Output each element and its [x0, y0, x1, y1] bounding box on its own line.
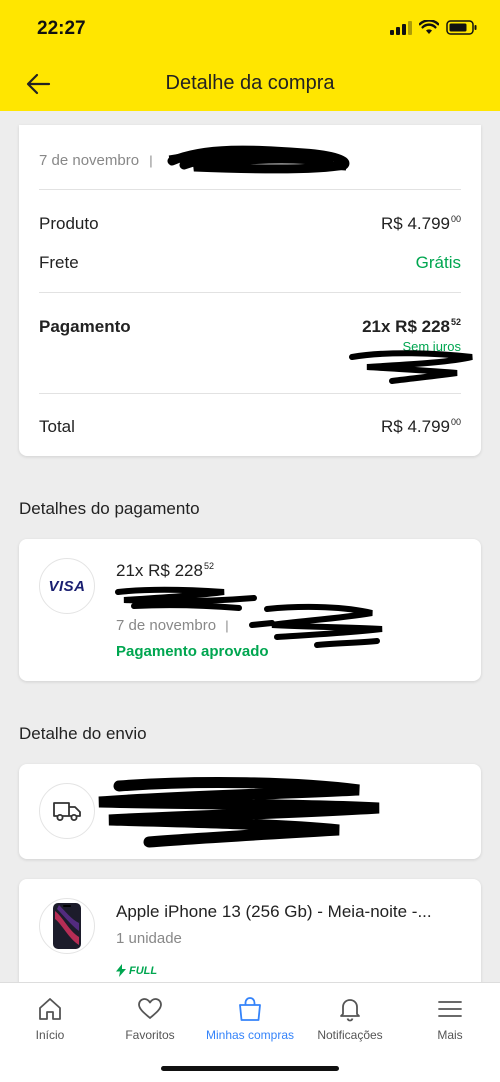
divider — [39, 393, 461, 394]
tab-label: Notificações — [317, 1028, 383, 1042]
payment-details-card[interactable]: VISA 21x R$ 22852 7 de novembro | Pagame… — [19, 539, 481, 681]
truck-icon — [53, 802, 81, 821]
shipping-row: Frete Grátis — [39, 253, 461, 273]
redacted-scribble — [349, 350, 473, 384]
bag-icon — [239, 997, 261, 1021]
purchase-date: 7 de novembro — [39, 152, 140, 169]
total-label: Total — [39, 417, 75, 436]
item-name: Apple iPhone 13 (256 Gb) - Meia-noite -.… — [116, 902, 432, 921]
tab-minhas-compras[interactable]: Minhas compras — [200, 995, 300, 1042]
full-badge-label: FULL — [129, 964, 158, 977]
menu-icon — [438, 1001, 462, 1017]
divider — [39, 189, 461, 190]
redacted-scribble — [167, 145, 350, 174]
payment-installments-cents: 52 — [450, 317, 461, 327]
total-price-cents: 00 — [450, 417, 461, 427]
payment-date-row: 7 de novembro | — [116, 617, 229, 634]
redacted-scribble — [98, 777, 380, 848]
total-row: Total R$ 4.79900 — [39, 417, 461, 437]
tab-label: Início — [35, 1028, 65, 1042]
product-image-circle — [39, 898, 95, 954]
tab-inicio[interactable]: Início — [0, 995, 100, 1042]
shipping-value: Grátis — [415, 253, 461, 272]
product-label: Produto — [39, 214, 99, 233]
payment-amount: 21x R$ 22852 — [116, 561, 214, 581]
payment-amount-cents: 52 — [203, 561, 214, 571]
payment-amount-value: 21x R$ 228 — [116, 561, 203, 580]
product-price: R$ 4.79900 — [381, 214, 461, 234]
home-indicator — [161, 1066, 339, 1071]
item-card[interactable]: Apple iPhone 13 (256 Gb) - Meia-noite -.… — [19, 879, 481, 999]
shipping-label: Frete — [39, 253, 79, 272]
heart-icon — [138, 998, 162, 1019]
redacted-scribble — [115, 586, 257, 611]
bell-icon — [340, 999, 360, 1022]
tab-label: Mais — [437, 1028, 463, 1042]
app-header: 22:27 Detalhe da compra — [0, 0, 500, 111]
tab-favoritos[interactable]: Favoritos — [100, 995, 200, 1042]
status-time: 22:27 — [37, 18, 86, 39]
lightning-icon — [116, 964, 126, 977]
battery-icon — [446, 20, 477, 35]
payment-date-separator: | — [225, 618, 229, 633]
full-badge: FULL — [116, 964, 157, 977]
wifi-icon — [419, 20, 439, 34]
product-image-iphone — [53, 903, 81, 949]
page-title: Detalhe da compra — [165, 72, 335, 94]
home-icon — [39, 998, 61, 1020]
payment-installments-value: 21x R$ 228 — [362, 317, 450, 336]
visa-logo-circle: VISA — [39, 558, 95, 614]
status-icons — [390, 20, 478, 35]
visa-logo: VISA — [48, 577, 86, 595]
tab-label: Minhas compras — [205, 1028, 295, 1042]
product-row: Produto R$ 4.79900 — [39, 214, 461, 234]
total-price: R$ 4.79900 — [381, 417, 461, 437]
payment-installments: 21x R$ 22852 — [362, 317, 461, 337]
shipping-details-card[interactable] — [19, 764, 481, 859]
product-price-value: R$ 4.799 — [380, 214, 450, 233]
item-quantity: 1 unidade — [116, 930, 182, 947]
purchase-summary-card: 7 de novembro | Produto R$ 4.79900 Frete… — [19, 125, 481, 456]
divider — [39, 292, 461, 293]
signal-icon — [390, 20, 412, 35]
shipping-details-title: Detalhe do envio — [19, 724, 147, 743]
tab-mais[interactable]: Mais — [400, 995, 500, 1042]
tab-notificacoes[interactable]: Notificações — [300, 995, 400, 1042]
date-separator: | — [149, 153, 153, 168]
total-price-value: R$ 4.799 — [380, 417, 450, 436]
tab-label: Favoritos — [125, 1028, 175, 1042]
payment-row: Pagamento 21x R$ 22852 — [39, 317, 461, 337]
payment-label: Pagamento — [39, 317, 131, 336]
payment-date: 7 de novembro — [116, 617, 217, 634]
payment-details-title: Detalhes do pagamento — [19, 499, 200, 518]
payment-status: Pagamento aprovado — [116, 643, 269, 660]
product-price-cents: 00 — [450, 214, 461, 224]
